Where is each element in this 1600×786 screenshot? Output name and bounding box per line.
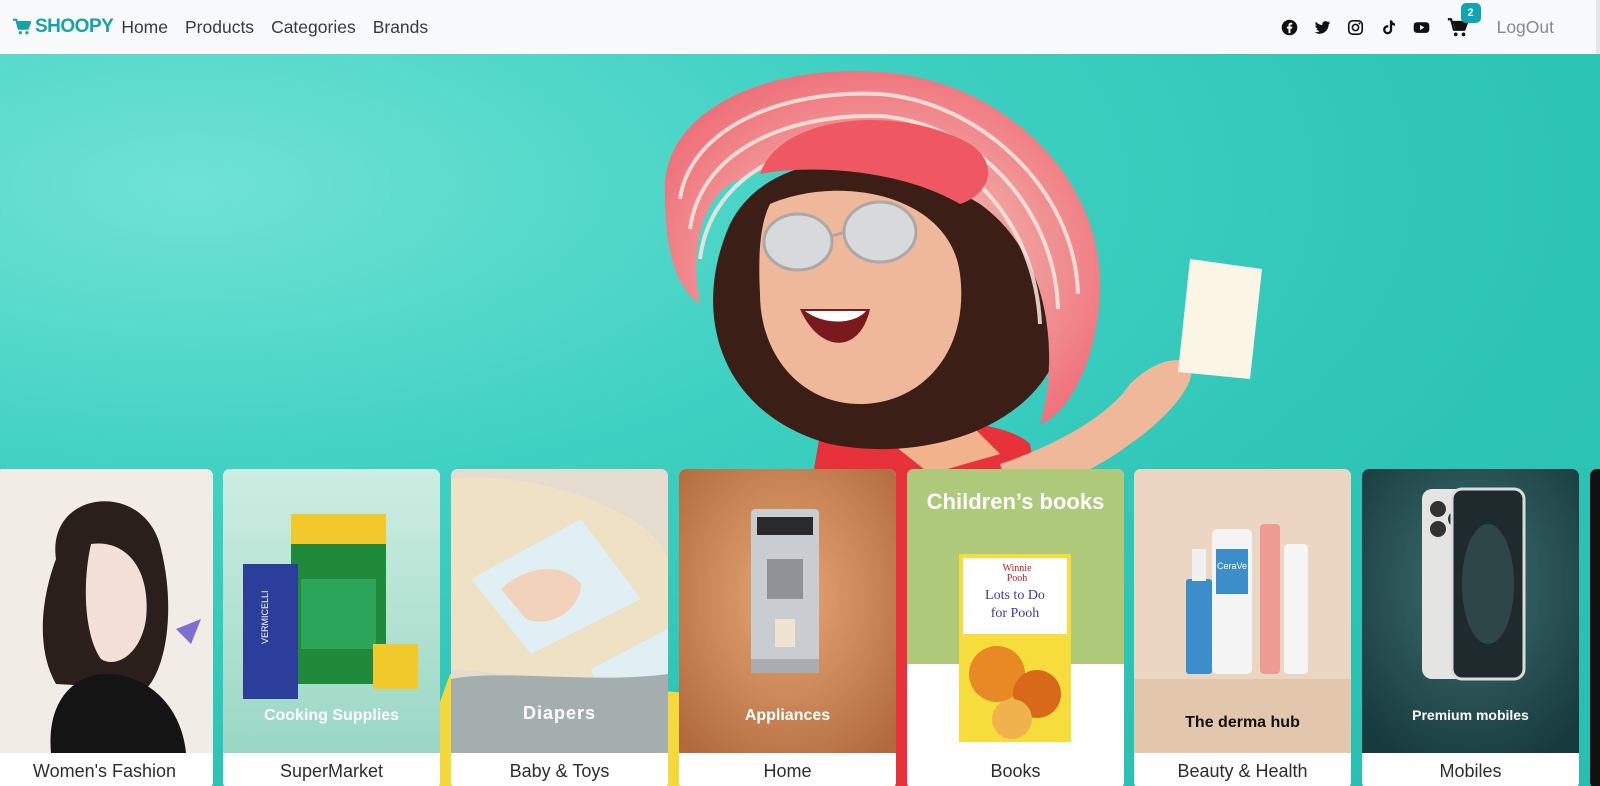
brand-name: SHOOPY (35, 16, 114, 37)
book-cover-line1: Lots to Do (985, 588, 1045, 603)
category-label: Mobiles (1362, 753, 1579, 786)
books-promo: Children’s books (926, 489, 1105, 514)
cart-logo-icon (13, 18, 32, 35)
category-card-mobiles[interactable]: Premium mobiles Mobiles (1362, 469, 1579, 786)
brand-logo[interactable]: SHOOPY (12, 16, 114, 38)
book-title-line2: Pooh (1007, 573, 1028, 584)
baby-toys-promo: Diapers (522, 703, 597, 723)
womens-fashion-image (0, 469, 213, 753)
nav-link-home[interactable]: Home (121, 17, 168, 38)
category-card-next-partial[interactable] (1590, 469, 1600, 786)
logout-link[interactable]: LogOut (1497, 17, 1554, 38)
twitter-icon[interactable] (1314, 18, 1332, 36)
mobiles-promo: Premium mobiles (1412, 707, 1529, 723)
category-label: Beauty & Health (1134, 753, 1351, 786)
nav-link-categories[interactable]: Categories (271, 17, 356, 38)
main-nav: Home Products Categories Brands (121, 17, 445, 38)
category-label: Baby & Toys (451, 753, 668, 786)
category-label: Books (907, 753, 1124, 786)
beauty-health-image: CeraVe (1134, 469, 1351, 753)
category-card-supermarket[interactable]: VERMICELLI Cooking Supplies SuperMarket (223, 469, 440, 786)
category-card-books[interactable]: Winnie Pooh Lots to Do for Pooh Children… (907, 469, 1124, 786)
cart-count-badge: 2 (1460, 3, 1481, 23)
category-label: Home (679, 753, 896, 786)
instagram-icon[interactable] (1347, 18, 1365, 36)
facebook-icon[interactable] (1281, 18, 1299, 36)
vermicelli-label: VERMICELLI (260, 590, 270, 644)
supermarket-promo: Cooking Supplies (263, 707, 400, 724)
top-navbar: SHOOPY Home Products Categories Brands 2… (0, 0, 1600, 54)
category-label: SuperMarket (223, 753, 440, 786)
scrollbar-track[interactable] (1596, 0, 1600, 54)
cerave-label: CeraVe (1217, 561, 1247, 571)
beauty-promo: The derma hub (1185, 714, 1300, 731)
category-card-beauty-health[interactable]: CeraVe The derma hub Beauty & Health (1134, 469, 1351, 786)
hero-banner: Women's Fashion VERMICELLI Cooking Suppl… (0, 54, 1600, 786)
cart-button[interactable]: 2 (1447, 3, 1481, 39)
category-label: Women's Fashion (0, 753, 213, 786)
nav-link-products[interactable]: Products (185, 17, 254, 38)
home-promo: Appliances (744, 707, 831, 724)
book-cover-line2: for Pooh (991, 606, 1040, 621)
tiktok-icon[interactable] (1380, 18, 1398, 36)
category-slider[interactable]: Women's Fashion VERMICELLI Cooking Suppl… (0, 469, 1600, 786)
category-card-baby-toys[interactable]: Diapers Baby & Toys (451, 469, 668, 786)
nav-right-group: 2 LogOut (1266, 3, 1588, 39)
category-card-womens-fashion[interactable]: Women's Fashion (0, 469, 213, 786)
nav-link-brands[interactable]: Brands (373, 17, 428, 38)
category-card-home[interactable]: Appliances Home (679, 469, 896, 786)
youtube-icon[interactable] (1413, 18, 1431, 36)
